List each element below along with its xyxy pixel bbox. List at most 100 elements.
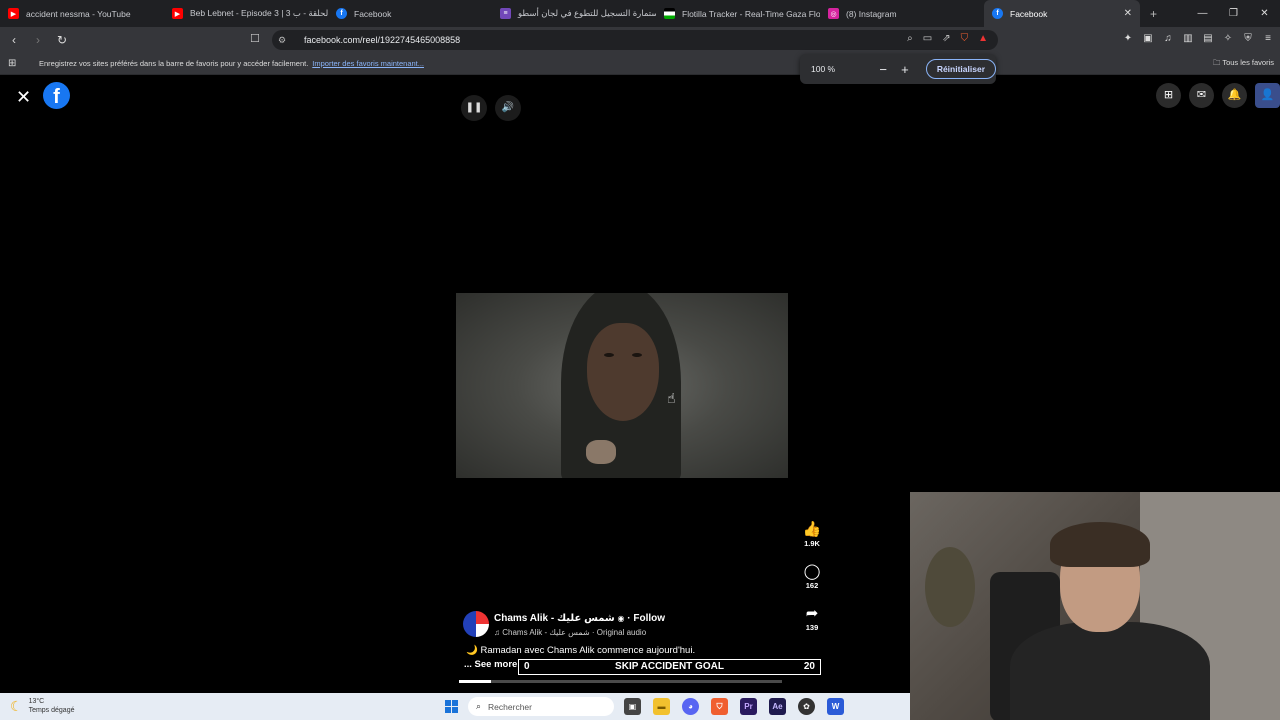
tab-title: Facebook: [1010, 8, 1048, 19]
verified-icon: ◉: [617, 614, 625, 623]
tab-title: Facebook: [354, 8, 392, 19]
tab-youtube-beb-lebnet[interactable]: ▶ Beb Lebnet - Episode 3 | 3 الحلقة - ب: [164, 0, 328, 27]
tab-title: Beb Lebnet - Episode 3 | 3 الحلقة - ب: [190, 8, 328, 18]
taskbar-apps: ▣ ▬ ◕ ⛉ Pr Ae ✿ W: [624, 698, 844, 715]
close-window-icon[interactable]: ✕: [1249, 0, 1280, 27]
zoom-reset-button[interactable]: Réinitialiser: [925, 59, 996, 79]
restore-icon[interactable]: ❐: [1218, 0, 1249, 27]
reload-icon[interactable]: ↻: [52, 33, 72, 47]
like-icon: 👍: [802, 521, 822, 538]
tab-youtube-accident[interactable]: ▶ accident nessma - YouTube: [0, 0, 164, 27]
premiere-pro-icon[interactable]: Pr: [740, 698, 757, 715]
youtube-icon: ▶: [172, 8, 183, 19]
close-icon[interactable]: ✕: [16, 87, 31, 108]
tab-facebook[interactable]: f Facebook: [328, 0, 492, 27]
video-frame-eye: [604, 353, 614, 357]
menu-grid-icon[interactable]: ⊞: [1156, 83, 1181, 108]
bookmark-icon[interactable]: ☐: [250, 32, 260, 45]
discord-icon[interactable]: ◕: [682, 698, 699, 715]
url-text[interactable]: facebook.com/reel/1922745465008858: [304, 35, 460, 45]
import-bookmarks-link[interactable]: Importer des favoris maintenant...: [312, 59, 424, 68]
close-tab-icon[interactable]: ✕: [1124, 8, 1132, 19]
stream-goal-overlay: 0 SKIP ACCIDENT GOAL 20: [518, 659, 821, 675]
tab-search-icon[interactable]: ▣: [1142, 33, 1154, 44]
tab-title: Flotilla Tracker - Real-Time Gaza Flot: [682, 8, 820, 19]
leo-icon[interactable]: ✧: [1222, 33, 1234, 44]
notifications-icon[interactable]: 🔔: [1222, 83, 1247, 108]
top-right-menu: ⊞ ✉ 🔔 👤: [1156, 83, 1280, 108]
brave-icon[interactable]: ⛉: [711, 698, 728, 715]
taskbar-search[interactable]: ⌕ Rechercher: [468, 697, 614, 716]
zoom-in-button[interactable]: +: [894, 62, 916, 77]
reel-video[interactable]: [456, 293, 788, 478]
back-icon[interactable]: ‹: [4, 33, 24, 47]
menu-icon[interactable]: ≡: [1262, 33, 1274, 44]
vpn-icon[interactable]: ⛨: [1242, 33, 1254, 44]
video-progress-fill: [459, 680, 492, 683]
share-arrow-icon: ➦: [805, 605, 819, 622]
volume-icon[interactable]: 🔊: [495, 95, 521, 121]
video-frame-face: [587, 323, 659, 421]
follow-button[interactable]: · Follow: [627, 613, 665, 624]
bookmark-bar: ⊞ Enregistrez vos sites préférés dans la…: [0, 53, 1280, 75]
forward-icon[interactable]: ›: [28, 33, 48, 47]
webcam-person-hair: [1050, 522, 1150, 567]
instagram-icon: ◎: [828, 8, 839, 19]
davinci-resolve-icon[interactable]: ✿: [798, 698, 815, 715]
site-info-icon[interactable]: ⚙: [278, 35, 292, 46]
brave-shield-icon[interactable]: ⛉: [961, 33, 969, 44]
tab-flotilla-tracker[interactable]: Flotilla Tracker - Real-Time Gaza Flot: [656, 0, 820, 27]
after-effects-icon[interactable]: Ae: [769, 698, 786, 715]
author-avatar[interactable]: [463, 611, 489, 637]
task-view-icon[interactable]: ▣: [624, 698, 641, 715]
brave-rewards-icon[interactable]: ▲: [978, 33, 988, 44]
new-tab-icon[interactable]: +: [1140, 7, 1167, 21]
video-progress-bar[interactable]: [459, 680, 782, 683]
profile-avatar[interactable]: 👤: [1255, 83, 1280, 108]
extensions-icon[interactable]: ✦: [1122, 33, 1134, 44]
reel-actions: 👍 1.9K ◯ 162 ➦ 139: [800, 520, 824, 646]
tab-facebook-active[interactable]: f Facebook ✕: [984, 0, 1140, 27]
zoom-icon[interactable]: ⌕: [907, 33, 913, 44]
video-frame-eye: [632, 353, 642, 357]
word-icon[interactable]: W: [827, 698, 844, 715]
tab-title: accident nessma - YouTube: [26, 8, 131, 19]
windows-start-icon[interactable]: [445, 700, 458, 713]
weather-temperature: 13°C: [28, 698, 45, 705]
weather-widget[interactable]: ☾ 13°C Temps dégagé: [10, 697, 74, 715]
weather-condition: Temps dégagé: [28, 707, 75, 714]
flag-icon: [664, 8, 675, 19]
webcam-overlay: [910, 492, 1280, 720]
sidebar-icon[interactable]: ▥: [1182, 33, 1194, 44]
cast-icon[interactable]: ▭: [923, 33, 932, 44]
address-bar[interactable]: ⚙ facebook.com/reel/1922745465008858 ⌕ ▭…: [272, 30, 998, 50]
facebook-logo-icon[interactable]: f: [43, 82, 70, 109]
messenger-icon[interactable]: ✉: [1189, 83, 1214, 108]
tab-forms[interactable]: ≡ استمارة التسجيل للتطوع في لجان أسطو: [492, 0, 656, 27]
all-favorites-button[interactable]: 🗀 Tous les favoris: [1213, 57, 1274, 70]
comment-button[interactable]: ◯ 162: [800, 562, 824, 590]
media-icon[interactable]: ♫: [1162, 33, 1174, 44]
author-name[interactable]: Chams Alik - شمس عليك: [494, 613, 615, 624]
share-icon[interactable]: ⇗: [942, 33, 950, 44]
video-frame-hand: [586, 440, 616, 464]
forms-icon: ≡: [500, 8, 511, 19]
file-explorer-icon[interactable]: ▬: [653, 698, 670, 715]
zoom-out-button[interactable]: −: [872, 62, 894, 77]
pause-icon[interactable]: ❚❚: [461, 95, 487, 121]
apps-grid-icon[interactable]: ⊞: [8, 58, 22, 69]
facebook-icon: f: [992, 8, 1003, 19]
wallet-icon[interactable]: ▤: [1202, 33, 1214, 44]
webcam-person-body: [1010, 622, 1210, 720]
goal-target: 20: [803, 661, 815, 672]
tab-instagram[interactable]: ◎ (8) Instagram: [820, 0, 984, 27]
see-more-link[interactable]: ... See more: [464, 659, 517, 670]
goal-label: SKIP ACCIDENT GOAL: [615, 661, 724, 672]
extension-toolbar: ✦ ▣ ♫ ▥ ▤ ✧ ⛨ ≡: [1122, 33, 1274, 44]
minimize-icon[interactable]: —: [1187, 0, 1218, 27]
like-button[interactable]: 👍 1.9K: [800, 520, 824, 548]
share-button[interactable]: ➦ 139: [800, 604, 824, 632]
taskbar-search-placeholder: Rechercher: [488, 701, 532, 712]
zoom-level: 100 %: [811, 64, 836, 74]
original-audio[interactable]: ♫ Chams Alik - شمس عليك · Original audio: [494, 628, 646, 637]
